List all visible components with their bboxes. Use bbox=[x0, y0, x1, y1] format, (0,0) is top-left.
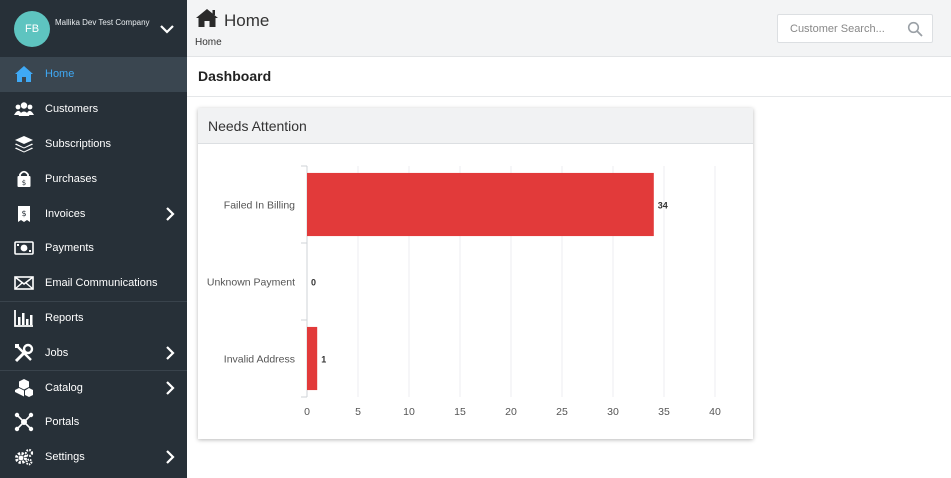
sidebar-item-settings[interactable]: Settings bbox=[0, 440, 187, 475]
avatar[interactable]: FB bbox=[14, 10, 50, 47]
card-title: Needs Attention bbox=[198, 108, 753, 144]
bar bbox=[307, 172, 654, 237]
chevron-right-icon[interactable] bbox=[165, 450, 175, 464]
sidebar-item-label: Settings bbox=[45, 451, 85, 464]
sidebar-item-jobs[interactable]: Jobs bbox=[0, 335, 187, 370]
dashboard-title: Dashboard bbox=[198, 68, 272, 84]
sidebar-item-purchases[interactable]: $ Purchases bbox=[0, 161, 187, 196]
chevron-right-icon[interactable] bbox=[165, 206, 175, 221]
sidebar-item-label: Jobs bbox=[45, 346, 69, 359]
svg-text:$: $ bbox=[22, 179, 26, 187]
users-icon bbox=[14, 99, 34, 119]
x-tick-label: 25 bbox=[556, 406, 568, 418]
bar-chart-icon bbox=[14, 308, 34, 328]
chevron-down-icon[interactable] bbox=[159, 21, 175, 37]
x-tick-label: 15 bbox=[454, 406, 466, 418]
shopping-bag-icon: $ bbox=[14, 169, 34, 189]
page-title: Home bbox=[224, 10, 270, 30]
sidebar-item-payments[interactable]: Payments bbox=[0, 231, 187, 266]
sidebar-item-invoices[interactable]: $ Invoices bbox=[0, 196, 187, 231]
sidebar-item-label: Payments bbox=[45, 242, 94, 255]
category-label: Invalid Address bbox=[224, 354, 295, 366]
tools-icon bbox=[14, 343, 34, 363]
customer-search[interactable] bbox=[777, 14, 933, 43]
company-switcher[interactable]: FB Mallika Dev Test Company bbox=[0, 0, 187, 57]
sidebar-item-label: Invoices bbox=[45, 207, 86, 220]
money-icon bbox=[14, 238, 34, 258]
invoice-icon: $ bbox=[14, 204, 34, 224]
svg-text:$: $ bbox=[21, 209, 26, 218]
x-tick-label: 5 bbox=[355, 406, 361, 418]
category-label: Unknown Payment bbox=[207, 277, 295, 289]
sidebar-nav: Home Customers Subscriptions $ Purchases $ Inv… bbox=[0, 57, 187, 475]
sidebar-item-label: Subscriptions bbox=[45, 137, 112, 150]
search-input[interactable] bbox=[778, 22, 898, 35]
x-tick-label: 20 bbox=[505, 406, 517, 418]
chevron-right-icon[interactable] bbox=[165, 345, 175, 360]
sidebar-item-customers[interactable]: Customers bbox=[0, 92, 187, 127]
sidebar-item-label: Portals bbox=[45, 416, 80, 429]
gears-icon bbox=[14, 447, 34, 467]
page-title-group: Home bbox=[195, 8, 269, 33]
envelope-icon bbox=[14, 273, 34, 293]
sidebar: FB Mallika Dev Test Company Home Customer… bbox=[0, 0, 187, 478]
x-tick-label: 0 bbox=[304, 406, 310, 418]
network-icon bbox=[14, 412, 34, 432]
sidebar-item-portals[interactable]: Portals bbox=[0, 405, 187, 440]
x-tick-label: 40 bbox=[709, 406, 721, 418]
layers-icon bbox=[14, 134, 34, 154]
sidebar-item-label: Email Communications bbox=[45, 277, 158, 290]
sidebar-item-label: Catalog bbox=[45, 382, 83, 395]
x-tick-label: 35 bbox=[658, 406, 670, 418]
data-label: 34 bbox=[658, 201, 668, 211]
sidebar-item-subscriptions[interactable]: Subscriptions bbox=[0, 127, 187, 162]
sidebar-item-reports[interactable]: Reports bbox=[0, 300, 187, 336]
needs-attention-card: Needs Attention Failed In Billing 34 Unkno… bbox=[198, 108, 753, 439]
sidebar-item-label: Customers bbox=[45, 103, 99, 116]
category-label: Failed In Billing bbox=[224, 200, 295, 212]
sidebar-item-home[interactable]: Home bbox=[0, 57, 187, 92]
sidebar-item-label: Reports bbox=[45, 312, 84, 325]
header: Home Home bbox=[187, 0, 951, 57]
company-name: Mallika Dev Test Company bbox=[55, 18, 150, 27]
sidebar-item-email-communications[interactable]: Email Communications bbox=[0, 266, 187, 301]
cubes-icon bbox=[14, 378, 34, 398]
home-icon bbox=[195, 8, 219, 33]
divider bbox=[187, 96, 951, 97]
breadcrumb[interactable]: Home bbox=[195, 37, 222, 48]
search-icon[interactable] bbox=[907, 21, 923, 37]
home-icon bbox=[14, 64, 34, 84]
sidebar-item-label: Purchases bbox=[45, 172, 97, 185]
bar bbox=[307, 326, 318, 391]
x-tick-label: 30 bbox=[607, 406, 619, 418]
chevron-right-icon[interactable] bbox=[165, 381, 175, 395]
sidebar-item-label: Home bbox=[45, 68, 75, 81]
data-label: 1 bbox=[321, 355, 326, 365]
needs-attention-chart: Failed In Billing 34 Unknown Payment 0 Inval… bbox=[207, 165, 721, 418]
x-tick-label: 10 bbox=[403, 406, 415, 418]
sidebar-item-catalog[interactable]: Catalog bbox=[0, 370, 187, 405]
data-label: 0 bbox=[311, 278, 316, 288]
